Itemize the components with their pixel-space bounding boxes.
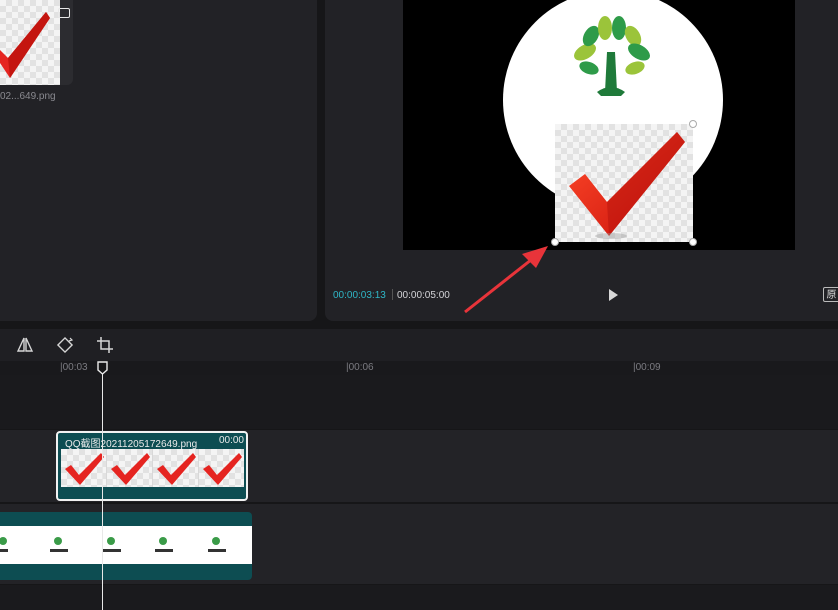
timeline-toolbar — [0, 329, 838, 362]
playhead-line[interactable] — [102, 373, 103, 610]
playhead-handle[interactable] — [97, 361, 108, 375]
clip-duration: 00:00 — [218, 435, 244, 446]
clip-frame-thumbnail — [199, 449, 244, 487]
clip-frame-thumbnail — [107, 449, 153, 487]
ruler-tick-label: |00:09 — [633, 362, 661, 373]
clip-frame-thumbnail — [61, 449, 107, 487]
overlay-clip[interactable]: QQ截图20211205172649.png 00:00 — [56, 431, 248, 501]
mirror-icon[interactable] — [16, 336, 34, 354]
background-clip[interactable] — [0, 512, 252, 580]
clip-frame-thumbnail — [101, 526, 151, 564]
rotate-icon[interactable] — [56, 336, 74, 354]
ruler-tick-label: |00:06 — [346, 362, 374, 373]
clip-frame-thumbnail — [202, 526, 252, 564]
clip-frame-thumbnail — [0, 526, 50, 564]
timeline-ruler[interactable]: |00:03 |00:06 |00:09 — [0, 361, 838, 375]
timeline-track-empty[interactable] — [0, 375, 838, 429]
clip-frame-thumbnail — [153, 449, 199, 487]
ruler-tick-label: |00:03 — [60, 362, 88, 373]
background-clip-frames — [0, 526, 252, 564]
clip-frame-thumbnail — [50, 526, 100, 564]
clip-title: QQ截图20211205172649.png — [65, 439, 198, 450]
clip-frame-thumbnail — [151, 526, 201, 564]
timeline-track-empty-lower[interactable] — [0, 585, 838, 610]
crop-icon[interactable] — [96, 336, 114, 354]
clip-frames — [61, 449, 244, 487]
